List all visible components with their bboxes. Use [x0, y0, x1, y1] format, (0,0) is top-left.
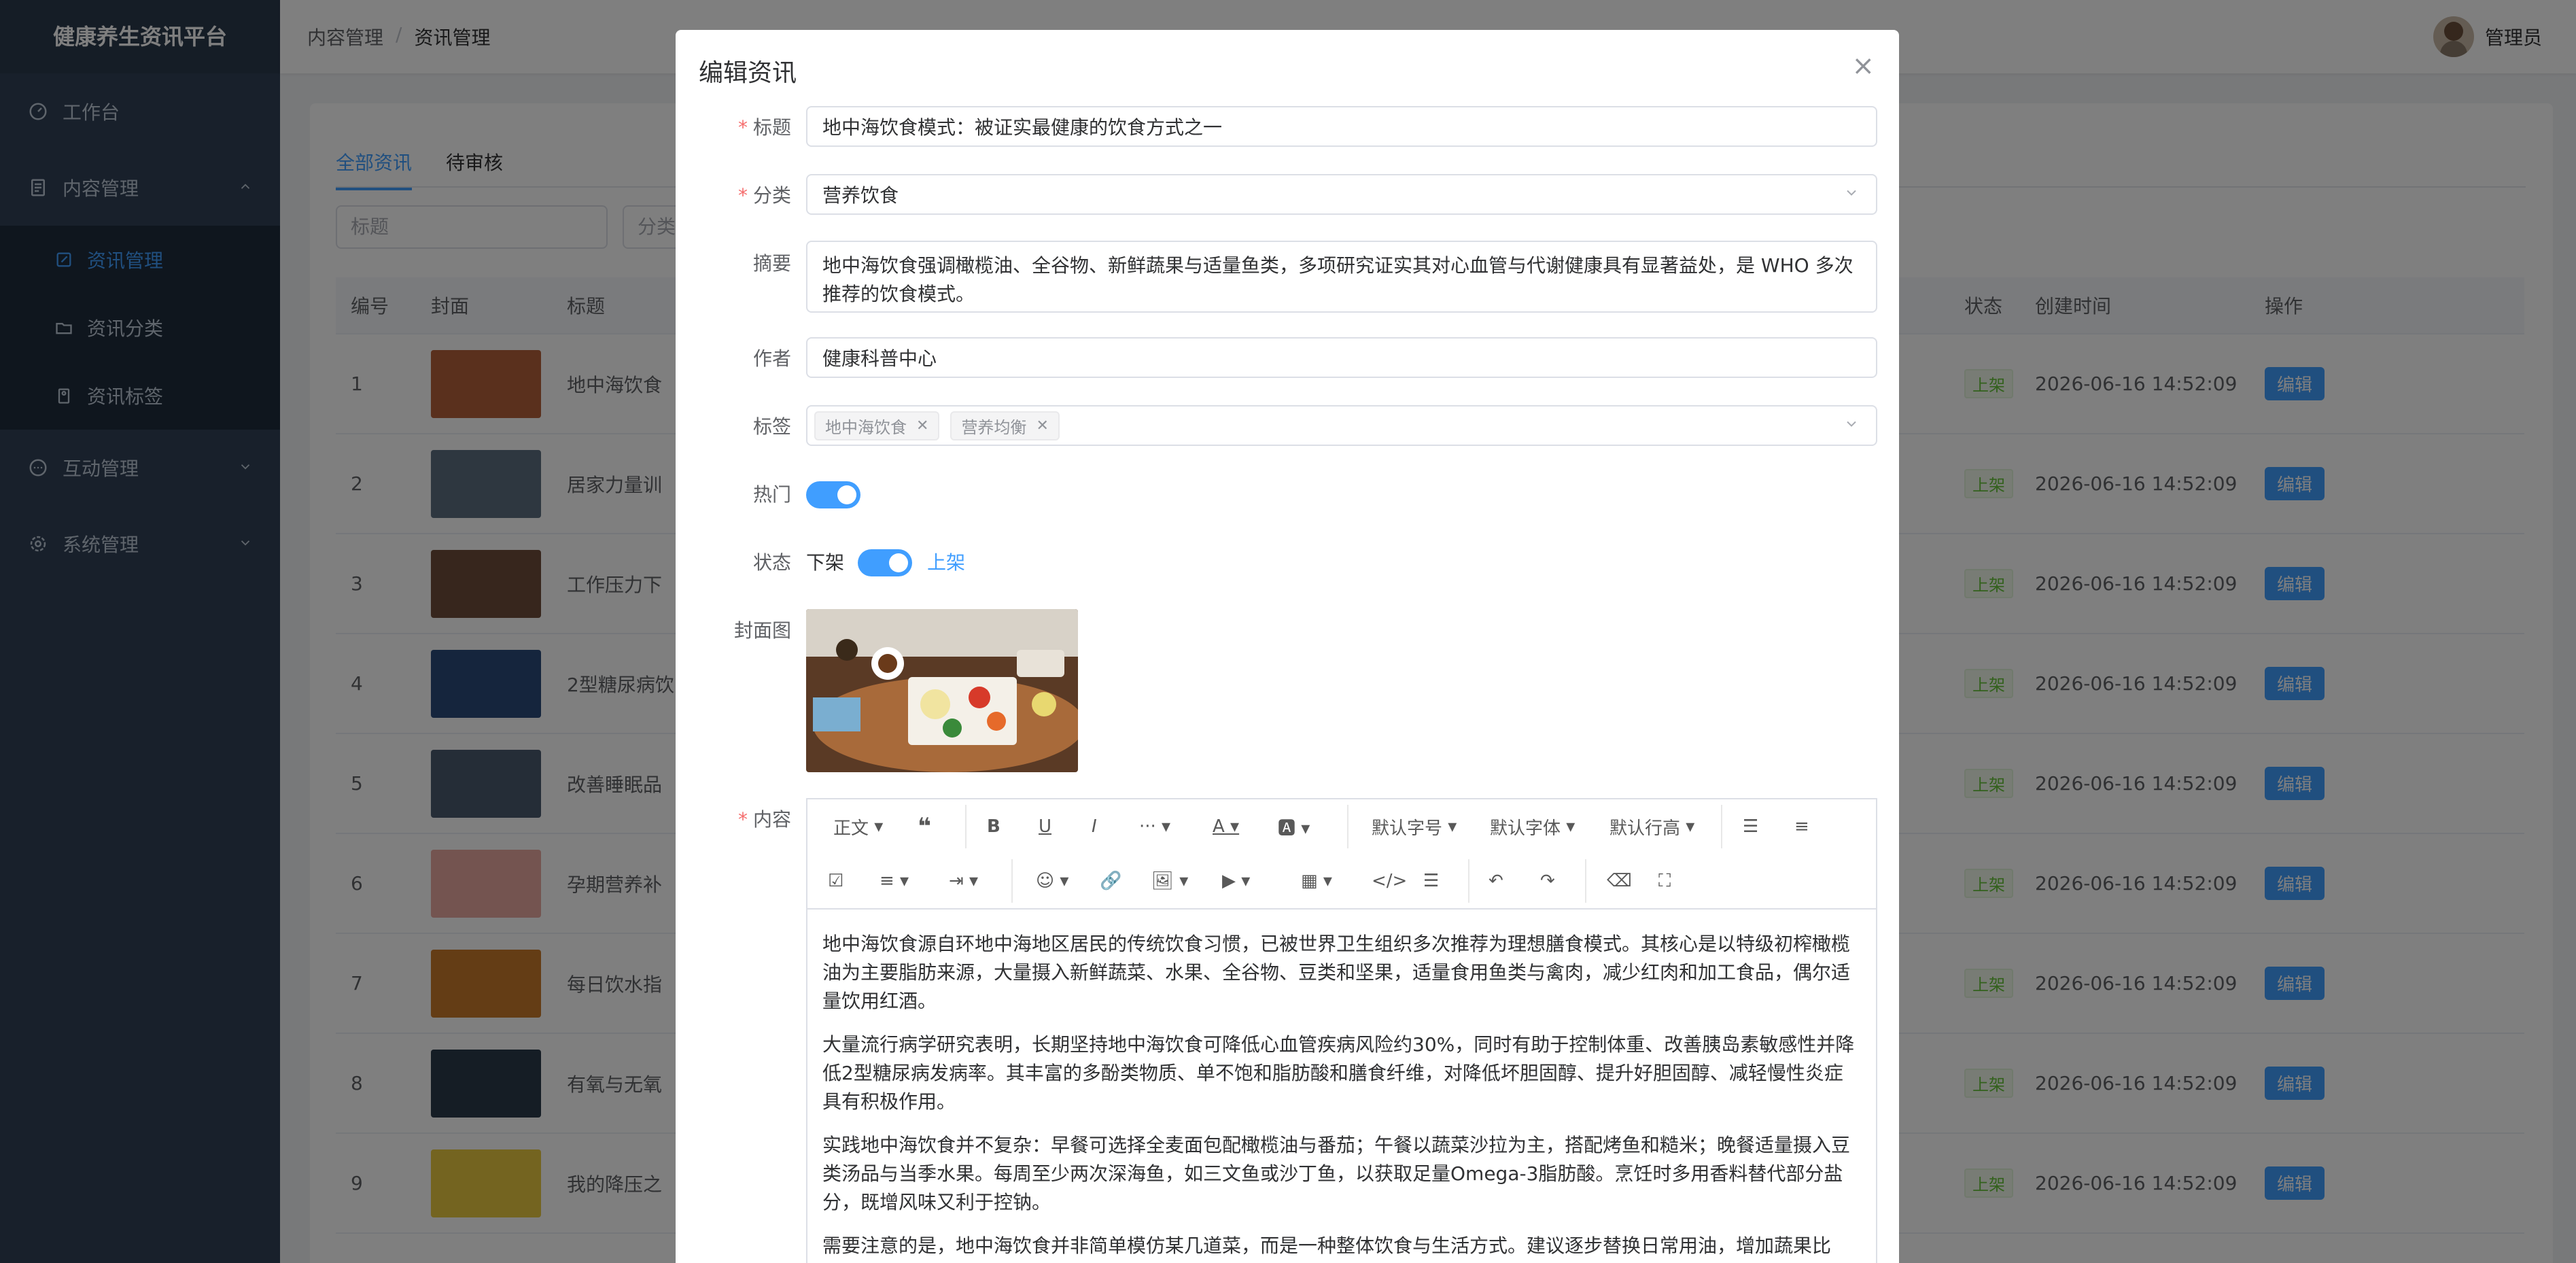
video-icon[interactable]: ▶ ▾: [1222, 867, 1250, 895]
author-label: 作者: [752, 347, 791, 370]
dialog-title: 编辑资讯: [699, 59, 797, 87]
undo-icon[interactable]: ↶: [1489, 867, 1503, 895]
more-icon[interactable]: ··· ▾: [1139, 813, 1170, 840]
close-icon[interactable]: ×: [1851, 50, 1875, 82]
link-icon[interactable]: 🔗: [1100, 867, 1121, 895]
content-label: 内容: [676, 805, 791, 832]
bold-icon[interactable]: B: [987, 813, 1000, 840]
line-height-dropdown[interactable]: 默认行高 ▾: [1609, 813, 1694, 840]
chevron-down-icon: [1843, 184, 1860, 206]
tag-remove-icon[interactable]: ✕: [916, 417, 928, 434]
status-off-text: 下架: [806, 551, 845, 574]
summary-textarea[interactable]: 地中海饮食强调橄榄油、全谷物、新鲜蔬果与适量鱼类，多项研究证实其对心血管与代谢健…: [806, 241, 1877, 313]
tag-remove-icon[interactable]: ✕: [1036, 417, 1048, 434]
title-label: 标题: [676, 113, 791, 140]
edit-news-dialog: 编辑资讯 × 标题 地中海饮食模式：被证实最健康的饮食方式之一 分类 营养饮食 …: [676, 30, 1899, 1263]
heading-dropdown[interactable]: 正文 ▾: [833, 813, 883, 840]
code-icon[interactable]: </>: [1372, 867, 1407, 895]
editor-content[interactable]: 地中海饮食源自环地中海地区居民的传统饮食习惯，已被世界卫生组织多次推荐为理想膳食…: [807, 910, 1876, 1260]
status-switch[interactable]: [858, 549, 912, 576]
content-paragraph: 实践地中海饮食并不复杂：早餐可选择全麦面包配橄榄油与番茄；午餐以蔬菜沙拉为主，搭…: [822, 1134, 1851, 1213]
quote-icon[interactable]: ❝: [918, 813, 931, 840]
status-on-text: 上架: [927, 551, 966, 574]
title-input[interactable]: 地中海饮食模式：被证实最健康的饮食方式之一: [806, 106, 1877, 147]
content-paragraph: 大量流行病学研究表明，长期坚持地中海饮食可降低心血管疾病风险约30%，同时有助于…: [822, 1033, 1855, 1113]
hot-switch[interactable]: [806, 481, 860, 508]
cover-image[interactable]: [806, 609, 1078, 772]
chevron-down-icon: [1843, 415, 1860, 437]
category-label: 分类: [676, 181, 791, 208]
rich-text-editor: 正文 ▾ ❝ B U I ··· ▾ A ▾ 🅰 ▾ 默认字号 ▾ 默认字体 ▾…: [806, 798, 1877, 1263]
todo-icon[interactable]: ☑: [828, 867, 843, 895]
tag-chip: 营养均衡 ✕: [950, 411, 1060, 440]
font-family-dropdown[interactable]: 默认字体 ▾: [1490, 813, 1575, 840]
indent-icon[interactable]: ⇥ ▾: [949, 867, 978, 895]
background-color-icon[interactable]: 🅰 ▾: [1278, 813, 1310, 840]
divider-icon[interactable]: ☰: [1423, 867, 1439, 895]
bullet-list-icon[interactable]: ☰: [1743, 813, 1758, 840]
content-paragraph: 地中海饮食源自环地中海地区居民的传统饮食习惯，已被世界卫生组织多次推荐为理想膳食…: [822, 933, 1851, 1012]
align-icon[interactable]: ≡ ▾: [880, 867, 909, 895]
hot-label: 热门: [752, 483, 791, 506]
cover-label: 封面图: [733, 619, 791, 642]
content-paragraph: 需要注意的是，地中海饮食并非简单模仿某几道菜，而是一种整体饮食与生活方式。建议逐…: [822, 1234, 1832, 1257]
italic-icon[interactable]: I: [1092, 813, 1097, 840]
emoji-icon[interactable]: ☺ ▾: [1036, 867, 1068, 895]
tag-chip: 地中海饮食 ✕: [814, 411, 940, 440]
numbered-list-icon[interactable]: ≡: [1794, 813, 1809, 840]
author-input[interactable]: 健康科普中心: [806, 337, 1877, 378]
tags-select[interactable]: 地中海饮食 ✕ 营养均衡 ✕: [806, 405, 1877, 446]
category-select[interactable]: 营养饮食: [806, 174, 1877, 215]
font-color-icon[interactable]: A ▾: [1213, 813, 1239, 840]
summary-label: 摘要: [752, 252, 791, 275]
redo-icon[interactable]: ↷: [1540, 867, 1555, 895]
fullscreen-icon[interactable]: ⛶: [1658, 867, 1671, 895]
table-icon[interactable]: ▦ ▾: [1301, 867, 1332, 895]
font-size-dropdown[interactable]: 默认字号 ▾: [1372, 813, 1457, 840]
tags-label: 标签: [752, 415, 791, 438]
clear-format-icon[interactable]: ⌫: [1607, 867, 1632, 895]
status-label: 状态: [752, 551, 791, 574]
image-icon[interactable]: 🖼 ▾: [1151, 867, 1188, 895]
underline-icon[interactable]: U: [1039, 813, 1051, 840]
editor-toolbar: 正文 ▾ ❝ B U I ··· ▾ A ▾ 🅰 ▾ 默认字号 ▾ 默认字体 ▾…: [807, 799, 1876, 910]
